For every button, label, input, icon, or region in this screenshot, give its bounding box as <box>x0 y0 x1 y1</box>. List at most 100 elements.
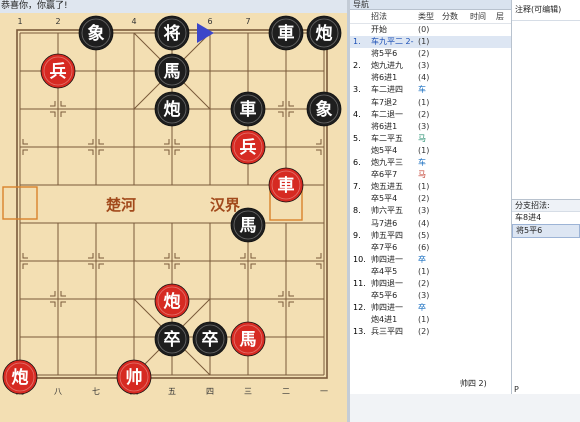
file-coordinate-bottom: 七 <box>92 387 100 396</box>
move-number: 4. <box>353 109 361 119</box>
move-type: (1) <box>418 97 430 107</box>
move-type: (1) <box>418 266 430 276</box>
move-row[interactable]: 炮4进1 (1) <box>350 314 511 326</box>
move-type: (1) <box>418 182 430 192</box>
move-row[interactable]: 马7进6 (4) <box>350 218 511 230</box>
header-move[interactable]: 招法 <box>371 10 387 23</box>
comment-title: 注释(可编辑) <box>512 0 580 21</box>
move-notation: 炮九进九 <box>371 61 403 71</box>
branch-item[interactable]: 车8进4 <box>512 212 580 224</box>
piece-char: 炮 <box>316 23 333 44</box>
move-type: (2) <box>418 49 430 59</box>
move-notation: 马7进6 <box>371 218 398 228</box>
move-notation: 帅四进一 <box>371 254 403 264</box>
move-row[interactable]: 1. 车九平二 2- (1) <box>350 36 511 49</box>
move-type: (6) <box>418 242 430 252</box>
move-row[interactable]: 10. 帅四进一 卒 <box>350 254 511 266</box>
file-coordinate-bottom: 四 <box>206 387 214 396</box>
piece-black-chariot-top[interactable]: 車 <box>268 15 304 51</box>
river-label-left: 楚河 <box>106 196 136 214</box>
move-number: 1. <box>353 37 361 47</box>
piece-red-horse[interactable]: 馬 <box>230 321 266 357</box>
move-notation: 卒5平4 <box>371 194 398 204</box>
move-notation: 车九平二 2- <box>371 37 414 47</box>
piece-black-horse-top[interactable]: 馬 <box>154 53 190 89</box>
piece-black-general[interactable]: 将 <box>154 15 190 51</box>
move-row[interactable]: 2. 炮九进九 (3) <box>350 60 511 72</box>
move-row[interactable]: 车7退2 (1) <box>350 97 511 109</box>
file-coordinate-top: 7 <box>245 17 250 26</box>
header-type[interactable]: 类型 <box>418 10 434 23</box>
move-type: (3) <box>418 206 430 216</box>
move-notation: 兵三平四 <box>371 327 403 337</box>
move-row[interactable]: 将5平6 (2) <box>350 48 511 60</box>
move-row[interactable]: 12. 帅四进一 卒 <box>350 302 511 314</box>
xiangqi-board[interactable]: 楚河汉界123456789九八七六五四三二一象将車炮兵馬炮車象兵車馬炮卒卒馬炮帅 <box>0 13 347 422</box>
move-list-footer: 帅四 2) <box>460 379 487 388</box>
move-row[interactable]: 开始 (0) <box>350 24 511 36</box>
move-row[interactable]: 8. 帅六平五 (3) <box>350 205 511 217</box>
piece-char: 車 <box>278 23 295 44</box>
piece-char: 卒 <box>164 329 181 350</box>
piece-black-cannon-mid[interactable]: 炮 <box>154 91 190 127</box>
piece-char: 将 <box>164 23 181 44</box>
header-score[interactable]: 分数 <box>442 10 458 23</box>
piece-black-cannon-top[interactable]: 炮 <box>306 15 342 51</box>
move-number: 10. <box>353 254 366 264</box>
status-mark: P <box>514 385 519 394</box>
move-number: 11. <box>353 278 366 288</box>
header-time[interactable]: 时间 <box>470 10 486 23</box>
piece-red-soldier-center[interactable]: 兵 <box>230 129 266 165</box>
move-row[interactable]: 将6进1 (3) <box>350 121 511 133</box>
move-number: 9. <box>353 230 361 240</box>
move-row[interactable]: 卒6平7 马 <box>350 169 511 181</box>
move-row[interactable]: 5. 车二平五 马 <box>350 133 511 145</box>
piece-black-soldier-1[interactable]: 卒 <box>154 321 190 357</box>
move-row[interactable]: 卒4平5 (1) <box>350 266 511 278</box>
piece-red-cannon-center[interactable]: 炮 <box>154 283 190 319</box>
board-panel: 恭喜你，你赢了! 楚河汉界123456789九八七六五四三二一象将車炮兵馬炮車象… <box>0 0 347 422</box>
file-coordinate-bottom: 五 <box>168 387 176 396</box>
file-coordinate-top: 1 <box>17 17 22 26</box>
move-row[interactable]: 卒7平6 (6) <box>350 242 511 254</box>
branch-item[interactable]: 将5平6 <box>512 224 580 238</box>
piece-char: 兵 <box>50 61 67 82</box>
piece-char: 炮 <box>12 367 29 388</box>
navigation-panel: 导航 招法 类型 分数 时间 层 开始 (0) 1. 车九平二 2- (1) 将5平6 (2… <box>350 0 512 394</box>
move-row[interactable]: 3. 车二进四 车 <box>350 84 511 96</box>
file-coordinate-bottom: 一 <box>320 387 328 396</box>
piece-black-soldier-2[interactable]: 卒 <box>192 321 228 357</box>
move-row[interactable]: 4. 车二退一 (2) <box>350 109 511 121</box>
piece-black-horse-mid[interactable]: 馬 <box>230 207 266 243</box>
move-number: 6. <box>353 158 361 168</box>
move-notation: 炮4进1 <box>371 315 398 325</box>
move-notation: 炮九平三 <box>371 158 403 168</box>
move-row[interactable]: 卒5平4 (2) <box>350 193 511 205</box>
comment-panel[interactable]: 注释(可编辑) <box>512 0 580 200</box>
piece-red-cannon-corner[interactable]: 炮 <box>2 359 38 395</box>
move-number: 3. <box>353 85 361 95</box>
move-notation: 开始 <box>371 25 387 34</box>
piece-black-chariot-mid[interactable]: 車 <box>230 91 266 127</box>
move-row[interactable]: 6. 炮九平三 车 <box>350 157 511 169</box>
piece-red-soldier-left[interactable]: 兵 <box>40 53 76 89</box>
piece-black-elephant-top[interactable]: 象 <box>78 15 114 51</box>
header-depth[interactable]: 层 <box>496 10 504 23</box>
piece-black-elephant-mid[interactable]: 象 <box>306 91 342 127</box>
move-row[interactable]: 7. 炮五进五 (1) <box>350 181 511 193</box>
piece-char: 車 <box>278 175 295 196</box>
piece-char: 象 <box>316 99 333 120</box>
move-row[interactable]: 卒5平6 (3) <box>350 290 511 302</box>
move-type: (2) <box>418 278 430 288</box>
move-row[interactable]: 11. 帅四退一 (2) <box>350 278 511 290</box>
piece-red-king[interactable]: 帅 <box>116 359 152 395</box>
move-number: 7. <box>353 182 361 192</box>
move-row[interactable]: 炮5平4 (1) <box>350 145 511 157</box>
move-row[interactable]: 将6进1 (4) <box>350 72 511 84</box>
move-row[interactable]: 9. 帅五平四 (5) <box>350 230 511 242</box>
piece-red-chariot[interactable]: 車 <box>268 167 304 203</box>
move-row[interactable]: 13. 兵三平四 (2) <box>350 326 511 338</box>
move-type: 车 <box>418 85 426 95</box>
piece-char: 兵 <box>240 137 257 158</box>
branch-panel: 分支招法: 车8进4 将5平6 <box>512 199 580 386</box>
